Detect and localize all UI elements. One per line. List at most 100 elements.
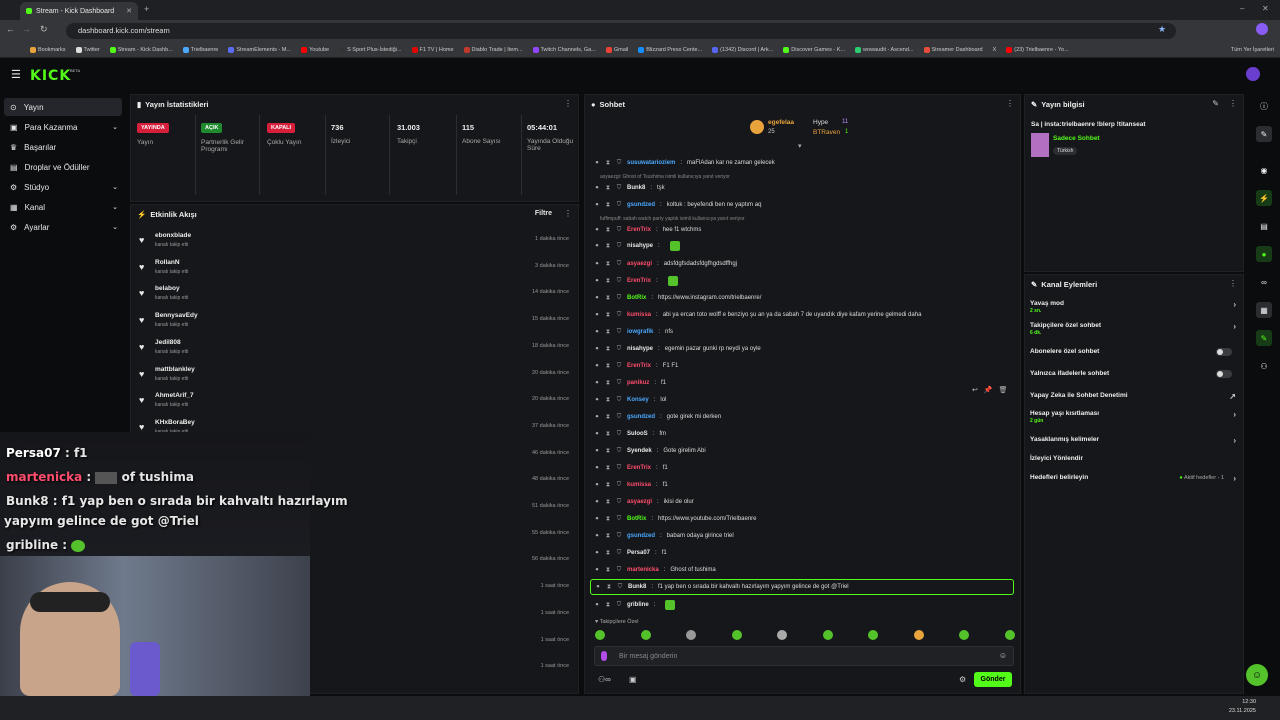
activity-username[interactable]: BennysavEdy [155, 312, 198, 319]
timeout-icon[interactable]: ⧗ [605, 602, 611, 609]
chat-message[interactable]: ⦁ ⧗ ⛉ Syendek: Gote girelim Abi [594, 443, 1014, 459]
timeout-icon[interactable]: ⧗ [605, 185, 611, 192]
timeout-icon[interactable]: ⧗ [605, 380, 611, 387]
emote-icon[interactable] [731, 630, 742, 640]
chat-message[interactable]: ⦁ ⧗ ⛉ martenicka: Ghost of tushima [594, 562, 1014, 578]
pin-handle-icon[interactable]: ⦁ [594, 397, 600, 404]
timeout-icon[interactable]: ⧗ [605, 414, 611, 421]
filter-button[interactable]: Filtre [535, 210, 552, 217]
chat-username[interactable]: gribline [627, 602, 649, 608]
chat-message[interactable]: ⦁ ⧗ ⛉ kumissa: abi ya ercan toto wolff e ben… [594, 307, 1014, 323]
timeout-icon[interactable]: ⧗ [605, 312, 611, 319]
bookmark-item[interactable]: Twitch Channels, Ga... [532, 46, 596, 53]
info-icon[interactable]: ⓘ [1256, 98, 1272, 114]
chat-message[interactable]: ⦁ ⧗ ⛉ BotRix: https://www.instagram.com/trie… [594, 290, 1014, 306]
shield-icon[interactable]: ⛉ [616, 482, 622, 489]
pin-icon[interactable]: 📌 [984, 386, 993, 400]
chat-username[interactable]: nisahype [627, 346, 653, 352]
timeout-icon[interactable]: ⧗ [605, 397, 611, 404]
shield-icon[interactable]: ⛉ [616, 243, 622, 250]
chat-username[interactable]: nisahype [627, 243, 653, 249]
timeout-icon[interactable]: ⧗ [605, 482, 611, 489]
pin-handle-icon[interactable]: ⦁ [594, 329, 600, 336]
bookmark-item[interactable]: Bookmarks [30, 46, 66, 53]
pin-handle-icon[interactable]: ⦁ [594, 160, 600, 167]
timeout-icon[interactable]: ⧗ [605, 160, 611, 167]
bookmark-item[interactable]: Trielbaenre [182, 46, 218, 53]
reload-icon[interactable]: ↻ [40, 24, 48, 35]
chat-username[interactable]: ErenTrix [627, 227, 651, 233]
bookmark-item[interactable]: Stream - Kick Dashb... [109, 46, 173, 53]
bookmark-item[interactable]: (23) Trielbaenre - Yo... [1006, 46, 1069, 53]
kick-logo[interactable]: KICK [30, 68, 71, 84]
pin-handle-icon[interactable]: ⦁ [594, 414, 600, 421]
emoji-picker-icon[interactable]: ☺ [999, 651, 1007, 660]
chat-username[interactable]: Bunk8 [627, 185, 645, 191]
emote-icon[interactable] [777, 630, 788, 640]
sidebar-item-basarilar[interactable]: ♛ Başarılar [4, 138, 122, 156]
pin-handle-icon[interactable]: ⦁ [594, 465, 600, 472]
pinned-user-2[interactable]: BTRaven [813, 129, 840, 136]
sidebar-item-droplar[interactable]: ▤ Droplar ve Ödüller [4, 158, 122, 176]
sidebar-item-para-kazanma[interactable]: ▣ Para Kazanma ⌄ [4, 118, 122, 136]
bolt-icon[interactable]: ⚡ [1256, 190, 1272, 206]
chat-username[interactable]: gsundzed [627, 533, 655, 539]
chat-message[interactable]: ⦁ ⧗ ⛉ SulooS: fm [594, 426, 1014, 442]
timeout-icon[interactable]: ⧗ [605, 329, 611, 336]
store-icon[interactable]: ▣ [629, 675, 637, 684]
channel-action-item[interactable]: Yavaş mod 2 sn. › [1030, 300, 1240, 314]
emote-icon[interactable] [913, 630, 924, 640]
chat-message[interactable]: ⦁ ⧗ ⛉ Persa07: f1 [594, 545, 1014, 561]
shield-icon[interactable]: ⛉ [616, 499, 622, 506]
chat-message[interactable]: ⦁ ⧗ ⛉ panikuz: f1 [594, 375, 1014, 391]
chat-message[interactable]: ⦁ ⧗ ⛉ gribline: [594, 597, 1014, 613]
toggle-switch[interactable] [1216, 370, 1232, 378]
channel-action-item[interactable]: İzleyici Yönlendir [1030, 455, 1240, 462]
timeout-icon[interactable]: ⧗ [605, 465, 611, 472]
pin-handle-icon[interactable]: ⦁ [594, 431, 600, 438]
shield-icon[interactable]: ⛉ [616, 227, 622, 234]
shield-icon[interactable]: ⛉ [616, 465, 622, 472]
activity-username[interactable]: Jedil808 [155, 339, 181, 346]
chat-username[interactable]: SulooS [627, 431, 648, 437]
shield-icon[interactable]: ⛉ [616, 567, 622, 574]
chat-message[interactable]: ⦁ ⧗ ⛉ ErenTrix: hee f1 wtchms [594, 222, 1014, 238]
bookmark-star-icon[interactable]: ★ [1158, 24, 1166, 35]
menu-icon[interactable]: ☰ [11, 68, 21, 81]
chat-message[interactable]: ⦁ ⧗ ⛉ iowgrafik: nfs [594, 324, 1014, 340]
emote-icon[interactable] [1004, 630, 1015, 640]
bookmark-item[interactable]: Gmail [605, 46, 628, 53]
chat-message[interactable]: ⦁ ⧗ ⛉ Konsey: lol [594, 392, 1014, 408]
shield-icon[interactable]: ⛉ [616, 380, 622, 387]
timeout-icon[interactable]: ⧗ [605, 431, 611, 438]
shield-icon[interactable]: ⛉ [616, 363, 622, 370]
emote-icon[interactable] [686, 630, 697, 640]
chat-username[interactable]: ErenTrix [627, 363, 651, 369]
channel-action-item[interactable]: Yasaklanmış kelimeler › [1030, 436, 1240, 445]
pinned-user[interactable]: egefelaa [768, 119, 794, 126]
timeout-icon[interactable]: ⧗ [605, 363, 611, 370]
pin-handle-icon[interactable]: ⦁ [594, 346, 600, 353]
channel-action-item[interactable]: Hedefleri belirleyin › ● Aktif hedefler - … [1030, 474, 1240, 483]
chat-username[interactable]: ErenTrix [627, 465, 651, 471]
pin-handle-icon[interactable]: ⦁ [594, 550, 600, 557]
send-button[interactable]: Gönder [974, 672, 1012, 687]
timeout-icon[interactable]: ⧗ [605, 516, 611, 523]
bookmark-item[interactable]: F1 TV | Home [411, 46, 454, 53]
chat-username[interactable]: martenicka [627, 567, 659, 573]
channel-action-item[interactable]: Takipçilere özel sohbet 6 dk. › [1030, 322, 1240, 336]
sidebar-item-kanal[interactable]: ▦ Kanal ⌄ [4, 198, 122, 216]
pin-handle-icon[interactable]: ⦁ [594, 202, 600, 209]
new-tab-icon[interactable]: + [144, 4, 149, 14]
chat-message[interactable]: ⦁ ⧗ ⛉ kumissa: f1 [594, 477, 1014, 493]
chat-bubble-icon[interactable]: ● [1256, 246, 1272, 262]
timeout-icon[interactable]: ⧗ [605, 567, 611, 574]
shield-icon[interactable]: ⛉ [616, 278, 622, 285]
pin-handle-icon[interactable]: ⦁ [594, 278, 600, 285]
delete-icon[interactable]: 🗑 [999, 386, 1008, 400]
timeout-icon[interactable]: ⧗ [606, 584, 612, 591]
more-icon[interactable]: ⋮ [1229, 99, 1237, 108]
chat-message[interactable]: ⦁ ⧗ ⛉ nisahype: egemin pazar gunki rp neydi … [594, 341, 1014, 357]
pin-handle-icon[interactable]: ⦁ [594, 243, 600, 250]
sidebar-item-studyo[interactable]: ⚙ Stüdyo ⌄ [4, 178, 122, 196]
